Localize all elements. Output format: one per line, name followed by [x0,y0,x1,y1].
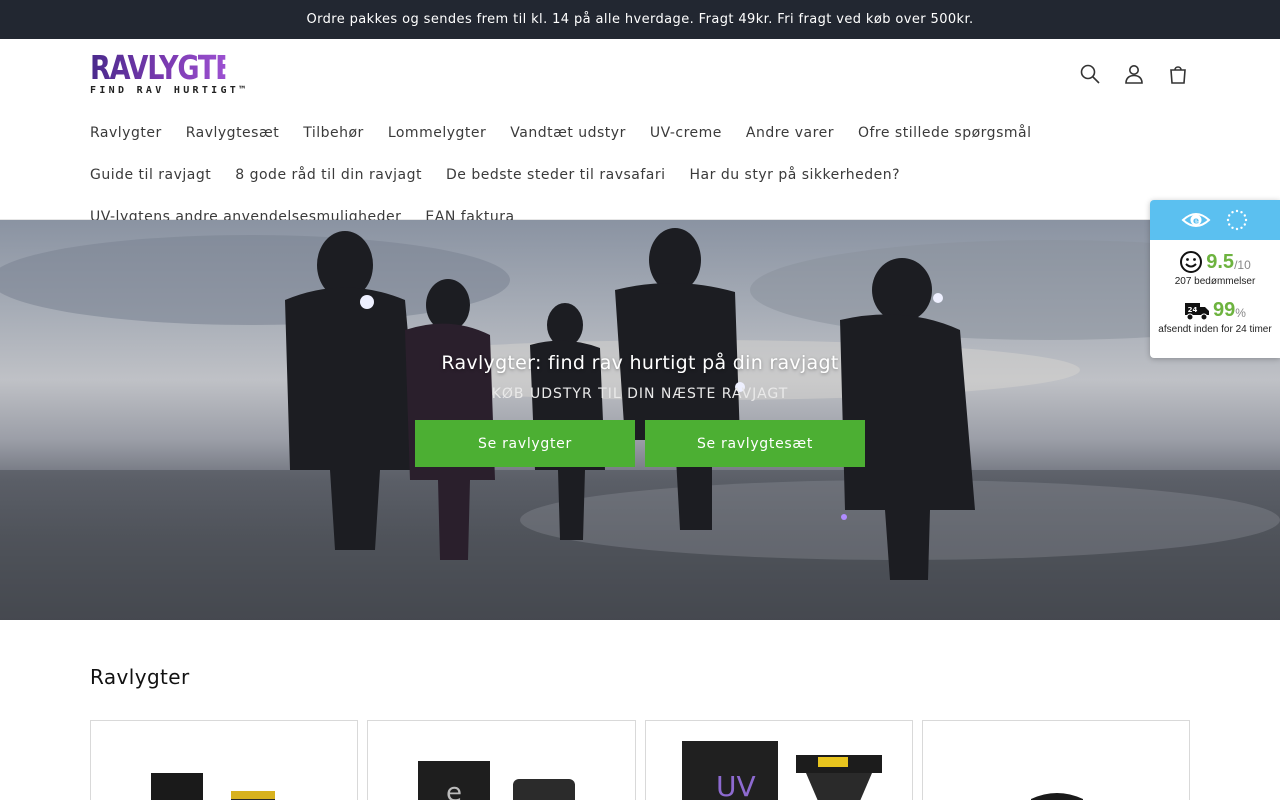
hero-content: Ravlygter: find rav hurtigt på din ravja… [0,352,1280,467]
product-image: UV [681,741,882,800]
trust-shipping-text: afsendt inden for 24 timer [1158,324,1272,335]
search-button[interactable] [1078,61,1102,87]
trust-widget-header: e [1150,200,1280,240]
product-card[interactable]: UV [644,720,913,800]
smiley-icon [1180,251,1203,273]
product-image [1030,793,1083,800]
header-icons [1078,61,1190,87]
trust-score-denominator: /10 [1234,257,1251,272]
trust-shipping-row: 24 99 % [1150,299,1280,322]
nav-item-tilbehor[interactable]: Tilbehør [291,115,376,157]
trust-score: 9.5 [1206,250,1235,273]
announcement-text: Ordre pakkes og sendes frem til kl. 14 p… [306,12,974,27]
trust-reviews: 207 bedømmelser [1174,276,1256,287]
hero-subtitle: KØB UDSTYR TIL DIN NÆSTE RAVJAGT [491,386,789,402]
cart-icon [1170,66,1186,84]
svg-text:e: e [446,778,462,800]
nav-item-bedste-steder[interactable]: De bedste steder til ravsafari [434,157,678,199]
product-image [151,773,275,800]
e-maerket-icon: e [1181,213,1211,227]
nav-item-uv-creme[interactable]: UV-creme [638,115,734,157]
product-card[interactable] [90,720,359,800]
nav-item-lommelygter[interactable]: Lommelygter [376,115,498,157]
see-ravlygtesaet-button[interactable]: Se ravlygtesæt [645,420,865,467]
trust-percent-sign: % [1235,306,1246,320]
nav-item-sikkerhed[interactable]: Har du styr på sikkerheden? [678,157,913,199]
site-header: RAVLYGTER.DK FIND RAV HURTIGT™ Ravlygter… [0,39,1280,225]
nav-item-ravlygter[interactable]: Ravlygter [78,115,174,157]
cart-button[interactable] [1166,61,1190,87]
logo-brand: RAVLYGTER.DK [90,48,304,87]
search-icon [1080,64,1100,84]
section-title: Ravlygter [90,665,190,689]
nav-item-faq[interactable]: Ofre stillede spørgsmål [846,115,1044,157]
delivery-truck-icon: 24 [1185,302,1210,320]
ecommerce-europe-icon [1226,209,1248,231]
logo[interactable]: RAVLYGTER.DK FIND RAV HURTIGT™ [90,48,304,97]
nav-item-gode-raad[interactable]: 8 gode råd til din ravjagt [223,157,434,199]
nav-item-guide[interactable]: Guide til ravjagt [78,157,223,199]
hero-title: Ravlygter: find rav hurtigt på din ravja… [441,352,839,374]
trust-widget[interactable]: e 9.5 /10 207 bedømmelser 24 99 % afsend… [1150,200,1280,358]
nav-item-ravlygtesaet[interactable]: Ravlygtesæt [174,115,291,157]
account-button[interactable] [1122,61,1146,87]
trust-score-row: 9.5 /10 [1150,250,1280,274]
svg-text:24: 24 [1188,306,1198,314]
product-card[interactable]: e [367,720,636,800]
product-card[interactable] [921,720,1190,800]
svg-text:e: e [1193,217,1199,227]
announcement-bar: Ordre pakkes og sendes frem til kl. 14 p… [0,0,1280,39]
product-image: e [418,761,576,800]
hero-buttons: Se ravlygter Se ravlygtesæt [0,420,1280,467]
hero-banner: Ravlygter: find rav hurtigt på din ravja… [0,220,1280,620]
nav-item-vandtaet-udstyr[interactable]: Vandtæt udstyr [498,115,638,157]
product-grid: e UV [90,720,1190,800]
svg-text:UV: UV [716,770,756,800]
account-icon [1125,65,1143,84]
nav-item-andre-varer[interactable]: Andre varer [734,115,846,157]
trust-shipping-percent: 99 [1213,299,1236,321]
see-ravlygter-button[interactable]: Se ravlygter [415,420,635,467]
